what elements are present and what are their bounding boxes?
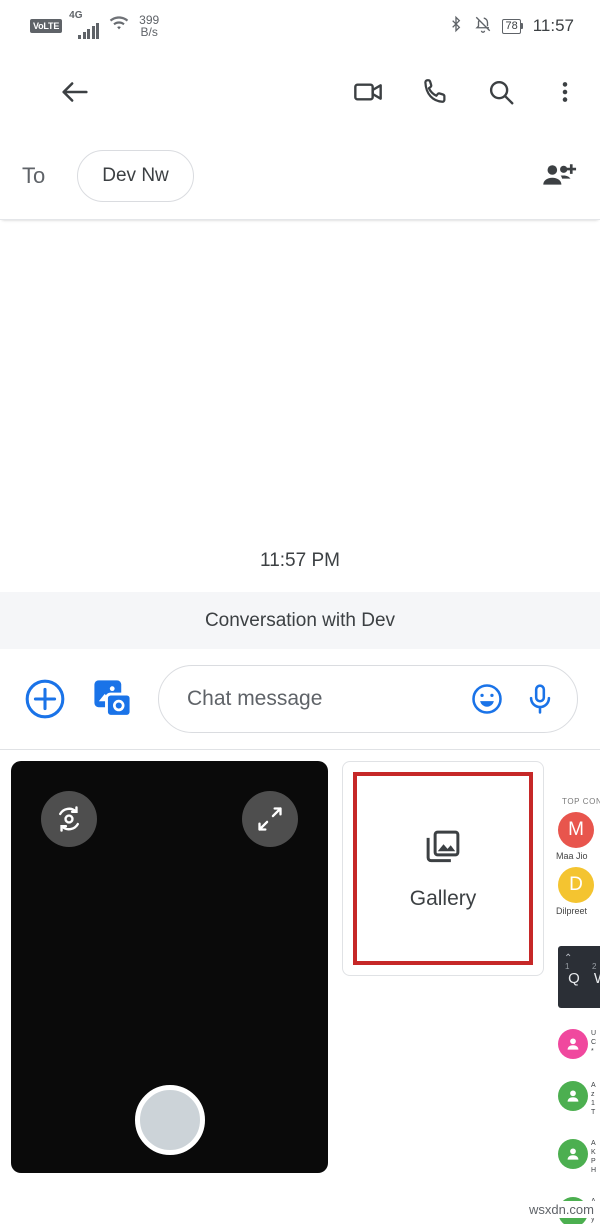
peek-contact[interactable]: D Dilpreet [552,867,600,916]
contact-name: Dilpreet [556,906,588,916]
list-line: K [591,1149,596,1156]
top-contacts-title: TOP CONTACTS [562,797,600,806]
app-bar [0,52,600,132]
list-item[interactable]: A z 1 T [552,1081,600,1117]
chat-message-input[interactable]: Chat message [158,665,578,733]
message-timestamp: 11:57 PM [260,550,340,571]
camera-preview[interactable] [11,761,328,1173]
key-q-label: Q [568,970,580,987]
recipient-chip-label: Dev Nw [102,164,169,186]
conversation-banner-text: Conversation with Dev [204,609,396,631]
network-type-label: 4G [69,9,83,21]
volte-badge: VoLTE [30,19,63,33]
keyboard-fragment[interactable]: ⌃ 1 Q 2 W [558,946,600,1008]
wifi-icon [106,14,132,39]
status-bar-right: 78 11:57 [448,14,586,39]
list-line: P [591,1158,596,1165]
bell-muted-icon [474,14,492,39]
conversation-area: 11:57 PM [0,220,600,592]
network-speed: 399 B/s [139,14,159,38]
key-w-number: 2 [592,962,597,971]
bluetooth-icon [448,14,464,39]
gallery-button[interactable]: Gallery [342,761,544,976]
recipient-chip[interactable]: Dev Nw [77,149,194,202]
plus-circle-icon[interactable] [22,676,68,722]
avatar: M [558,812,594,848]
list-item-text: A z 1 T [591,1081,596,1117]
watermark: wsxdn.com [526,1201,596,1218]
avatar-initial: M [568,819,584,840]
battery-indicator: 78 [502,18,523,34]
back-arrow-icon[interactable] [58,75,92,109]
chat-message-placeholder: Chat message [187,687,323,710]
peek-contact[interactable]: M Maa Jio [552,812,600,861]
list-line: H [591,1167,597,1174]
flip-camera-icon[interactable] [41,791,97,847]
key-q-number: 1 [565,962,570,971]
network-speed-unit: B/s [140,25,158,39]
list-line: T [591,1109,596,1116]
list-line: * [591,1048,594,1055]
list-line: C [591,1039,597,1046]
list-line: U [591,1030,597,1037]
avatar-initial: D [569,874,583,895]
gallery-highlight-box: Gallery [353,772,533,965]
gallery-photos-icon [422,826,464,873]
list-item[interactable]: A K P H [552,1139,600,1175]
list-line: A [591,1140,596,1147]
add-people-icon[interactable] [540,160,578,192]
microphone-icon[interactable] [523,681,557,717]
list-item-text: U C * [591,1029,596,1056]
attachment-tray: Gallery [0,750,600,1174]
key-w[interactable]: 2 W [590,962,600,987]
status-bar-clock: 11:57 [532,16,574,35]
status-bar: VoLTE 4G 399 B/s 78 11:57 [0,0,600,52]
list-item[interactable]: U C * [552,1029,600,1059]
expand-fullscreen-icon[interactable] [242,791,298,847]
avatar [558,1029,588,1059]
battery-level: 78 [502,18,521,34]
avatar: D [558,867,594,903]
more-vert-icon[interactable] [552,77,578,107]
list-line: z [591,1091,595,1098]
peek-panel[interactable]: TOP CONTACTS M Maa Jio D Dilpreet ⌃ 1 Q … [552,791,600,1224]
contact-list: U C * A z 1 T A K P H y [552,1029,600,1224]
emoji-smiley-icon[interactable] [469,681,505,717]
recipient-row: To Dev Nw [0,132,600,220]
gallery-label: Gallery [409,887,477,910]
phone-screen: VoLTE 4G 399 B/s 78 11:57 To Dev Nw 11:5… [0,0,600,1224]
compose-bar: Chat message [0,649,600,750]
to-label: To [22,162,46,188]
cellular-signal-icon: 4G [69,10,100,39]
video-call-icon[interactable] [352,76,384,108]
list-line: A [591,1082,596,1089]
key-q[interactable]: 1 Q [563,962,585,987]
status-bar-left: VoLTE 4G 399 B/s [14,10,159,39]
camera-shutter-button[interactable] [134,1085,205,1155]
search-icon[interactable] [486,77,516,107]
gallery-camera-icon[interactable] [90,676,136,722]
avatar [558,1139,588,1169]
list-line: 1 [591,1100,595,1107]
conversation-banner: Conversation with Dev [0,592,600,649]
list-item-text: A K P H [591,1139,596,1175]
avatar [558,1081,588,1111]
key-w-label: W [594,970,600,987]
phone-call-icon[interactable] [420,77,450,107]
contact-name: Maa Jio [556,851,588,861]
